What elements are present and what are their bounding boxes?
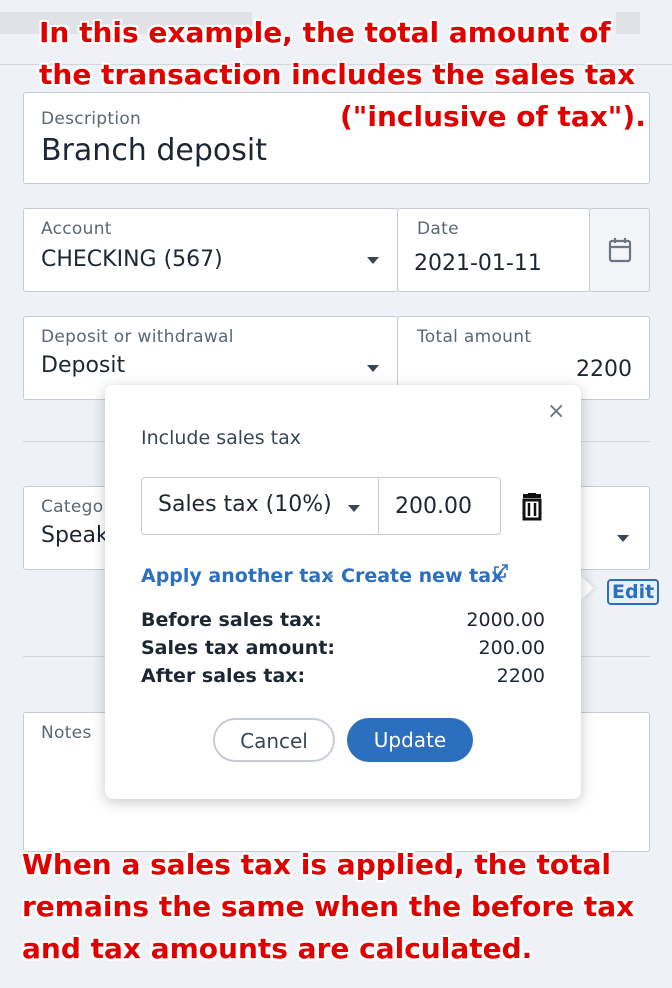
date-field[interactable]: Date 2021-01-11 <box>397 208 590 292</box>
tax-amount-value: 200.00 <box>395 494 472 519</box>
annotation-top-line2: the transaction includes the sales tax <box>39 58 636 91</box>
category-label: Catego <box>41 497 104 517</box>
calendar-icon <box>608 238 632 263</box>
account-label: Account <box>41 219 112 239</box>
summary-label: Sales tax amount: <box>141 637 336 659</box>
description-input[interactable]: Branch deposit <box>41 133 267 168</box>
annotation-bottom-line2: remains the same when the before tax <box>22 890 635 923</box>
summary-label: After sales tax: <box>141 665 306 687</box>
create-new-tax-link[interactable]: Create new tax <box>341 565 503 587</box>
sales-tax-popup: × Include sales tax Sales tax (10%) 200.… <box>105 385 581 799</box>
summary-label: Before sales tax: <box>141 609 322 631</box>
popup-title: Include sales tax <box>141 427 301 449</box>
tax-rate-select[interactable]: Sales tax (10%) <box>141 477 379 535</box>
category-value: Speak <box>41 523 109 548</box>
update-button[interactable]: Update <box>347 718 473 762</box>
tax-amount-input[interactable]: 200.00 <box>379 477 501 535</box>
summary-value: 2000.00 <box>466 609 545 631</box>
annotation-top-line1: In this example, the total amount of <box>39 16 611 49</box>
apply-another-tax-link[interactable]: Apply another tax <box>141 565 333 587</box>
chevron-down-icon <box>367 365 379 372</box>
tax-rate-value: Sales tax (10%) <box>158 492 332 517</box>
summary-value: 200.00 <box>478 637 545 659</box>
external-link-icon <box>494 564 508 578</box>
total-amount-input[interactable]: 2200 <box>576 357 632 382</box>
deposit-withdrawal-label: Deposit or withdrawal <box>41 327 234 347</box>
date-input[interactable]: 2021-01-11 <box>414 251 542 276</box>
link-separator: • <box>326 567 336 586</box>
trash-icon[interactable] <box>519 493 545 521</box>
summary-value: 2200 <box>496 665 545 687</box>
header-fragment-right <box>616 12 640 34</box>
chevron-down-icon <box>348 505 360 512</box>
edit-tax-link[interactable]: Edit <box>607 579 660 605</box>
annotation-bottom-line3: and tax amounts are calculated. <box>22 932 533 965</box>
annotation-top-line3: ("inclusive of tax"). <box>340 100 646 133</box>
notes-label: Notes <box>41 723 92 743</box>
chevron-down-icon <box>617 535 629 542</box>
deposit-withdrawal-value: Deposit <box>41 353 126 378</box>
annotation-bottom-line1: When a sales tax is applied, the total <box>22 848 611 881</box>
description-label: Description <box>41 109 142 129</box>
calendar-button[interactable] <box>589 208 650 292</box>
account-value: CHECKING (567) <box>41 247 223 272</box>
date-label: Date <box>417 219 459 239</box>
close-icon[interactable]: × <box>547 399 565 424</box>
total-amount-label: Total amount <box>417 327 532 347</box>
chevron-down-icon <box>367 257 379 264</box>
account-select[interactable]: Account CHECKING (567) <box>23 208 398 292</box>
cancel-button[interactable]: Cancel <box>213 718 335 762</box>
